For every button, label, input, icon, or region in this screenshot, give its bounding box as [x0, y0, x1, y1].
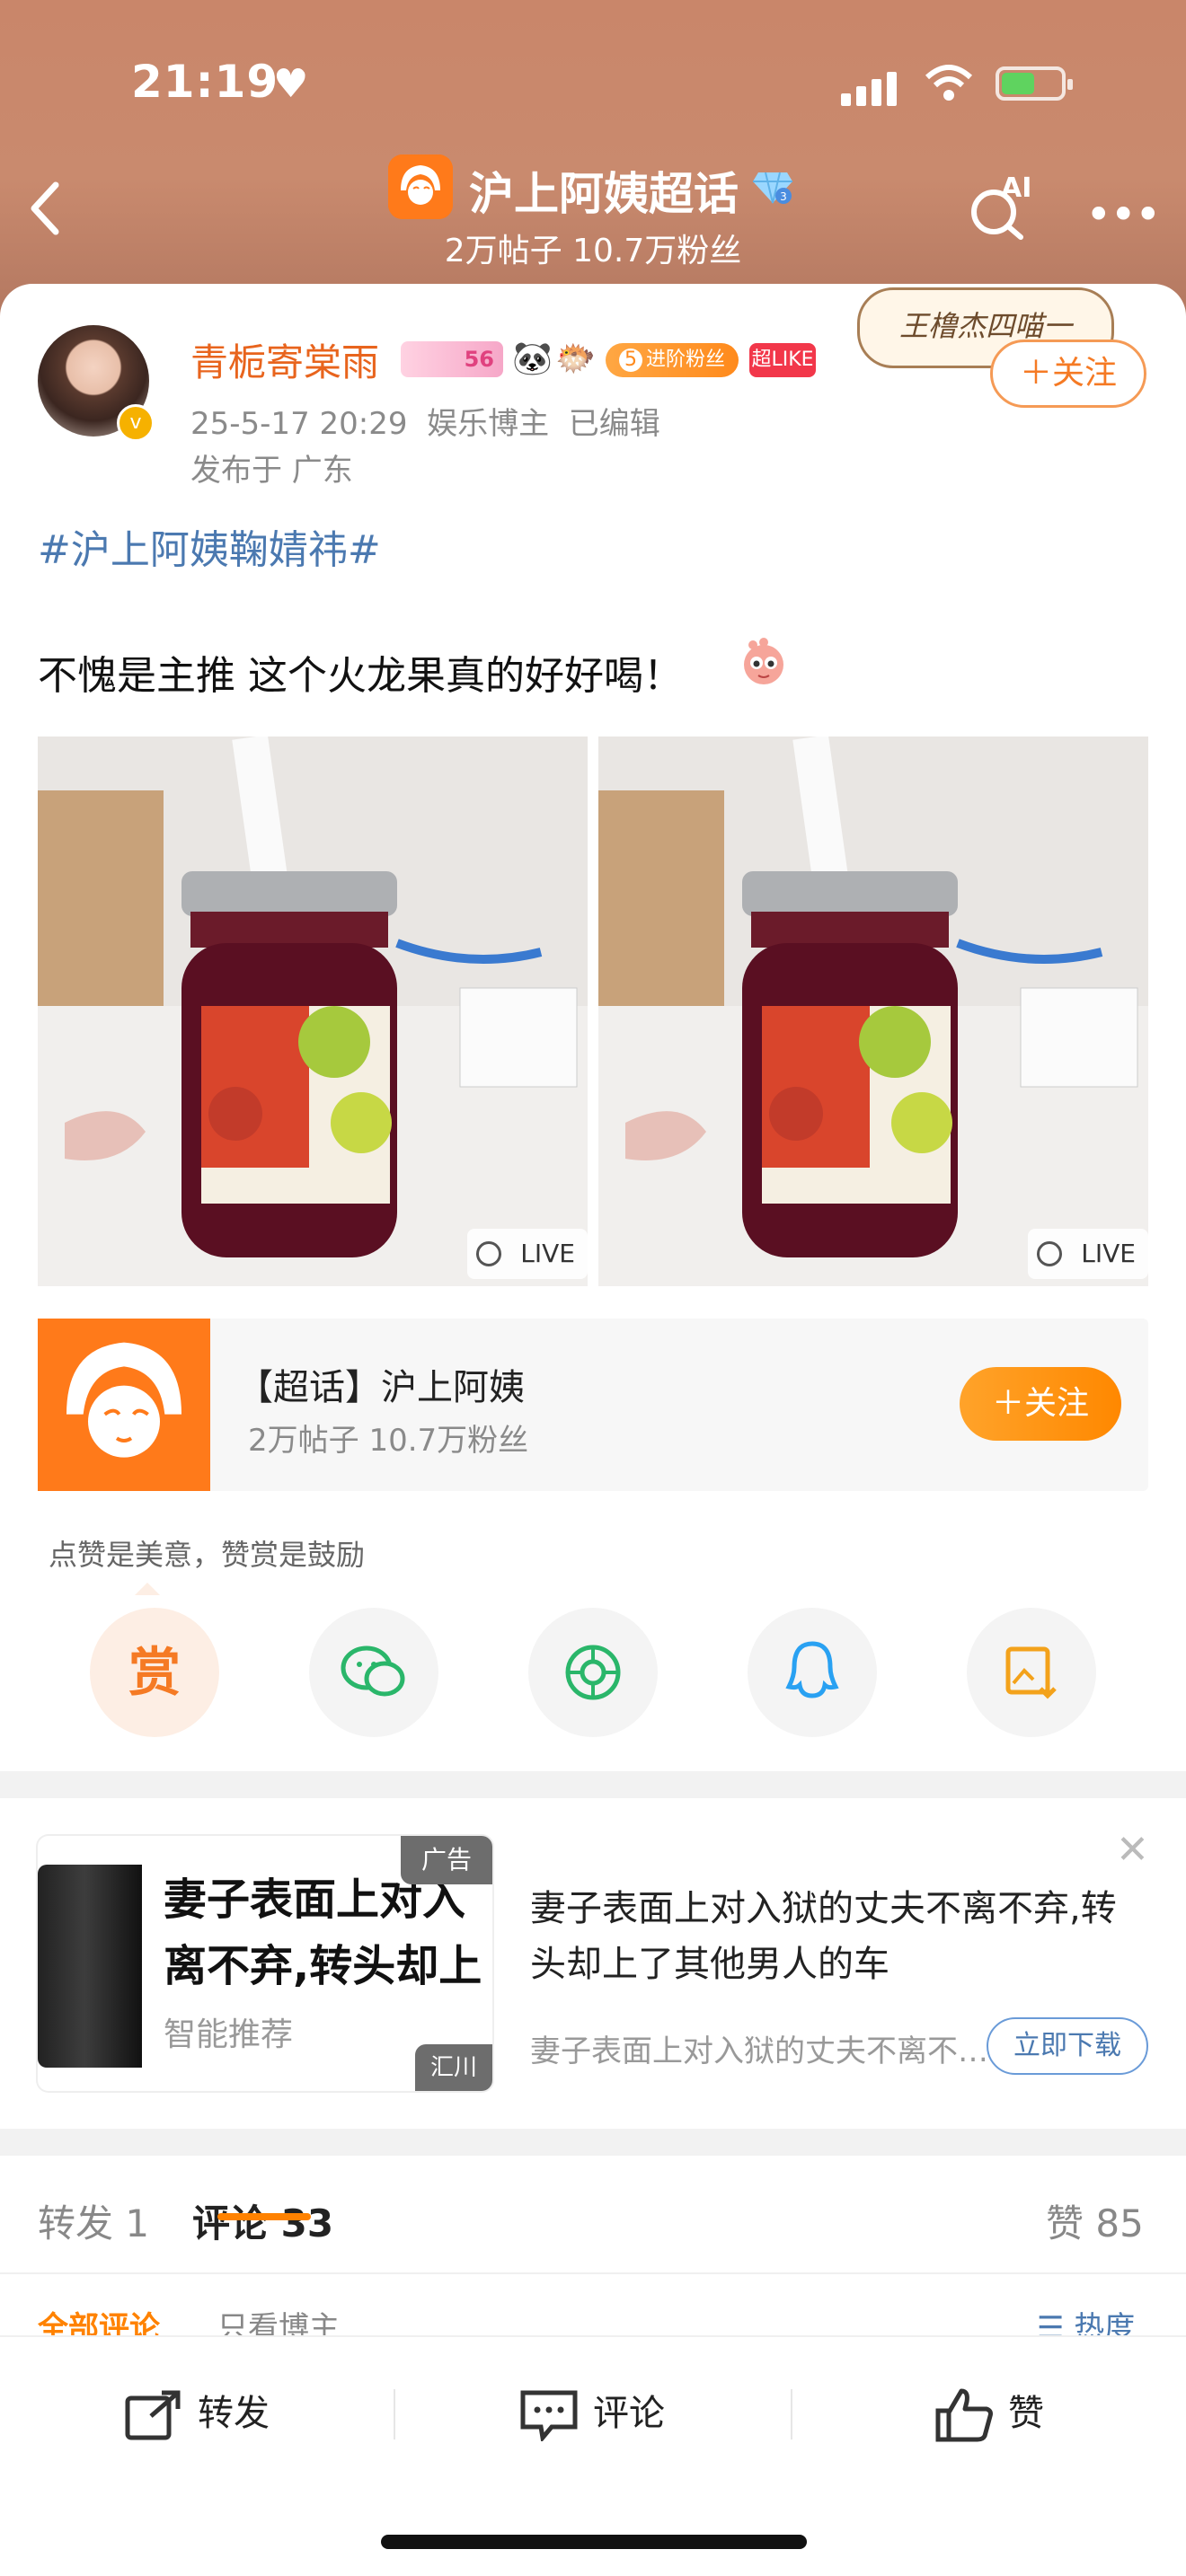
comment-label: 评论	[593, 2393, 665, 2434]
section-divider	[0, 2129, 1186, 2156]
emoji-icon	[737, 636, 791, 690]
reward-tip: 点赞是美意，赞赏是鼓励	[49, 1538, 366, 1572]
live-label: LIVE	[1081, 1239, 1136, 1268]
live-badge-1: LIVE	[467, 1229, 588, 1279]
topic-card-stats: 2万帖子 10.7万粉丝	[248, 1423, 529, 1459]
reward-icon: 赏	[128, 1642, 181, 1703]
battery-icon	[996, 66, 1073, 101]
live-label: LIVE	[520, 1239, 575, 1268]
comment-button[interactable]: 评论	[519, 2384, 665, 2443]
follow-topic-button[interactable]: ＋关注	[960, 1367, 1121, 1441]
fish-icon: 🐡	[555, 340, 596, 377]
like-label: 赞	[1008, 2393, 1044, 2434]
bottom-bar-separator	[394, 2389, 395, 2439]
level-badge: 56	[401, 341, 503, 377]
live-badge-2: LIVE	[1028, 1229, 1148, 1279]
fan-level: 5	[618, 348, 642, 372]
repost-button[interactable]: 转发	[124, 2384, 270, 2441]
reward-button[interactable]: 赏	[90, 1608, 219, 1737]
post-meta: 25-5-17 20:29 娱乐博主 已编辑	[190, 406, 660, 442]
post-photo-2[interactable]	[598, 737, 1148, 1286]
diamond-badge-icon: 3	[753, 169, 792, 205]
ad-title[interactable]: 妻子表面上对入狱的丈夫不离不弃,转头却上了其他男人的车	[530, 1881, 1150, 1992]
ad-smart-label: 智能推荐	[164, 2016, 294, 2053]
ad-headline-line2: 离不弃,转头却上	[164, 1941, 482, 1991]
topic-card-title: 【超话】沪上阿姨	[237, 1367, 525, 1408]
fan-badge: 5 进阶粉丝	[606, 343, 739, 377]
tab-repost[interactable]: 转发 1	[38, 2193, 149, 2248]
wifi-icon	[924, 63, 974, 112]
tabs-separator	[0, 2272, 1186, 2274]
topic-title[interactable]: 沪上阿姨超话	[469, 158, 739, 223]
tip-arrow	[135, 1583, 160, 1595]
repost-icon	[125, 2390, 181, 2440]
live-icon	[1037, 1241, 1062, 1266]
save-image-icon	[967, 1608, 1096, 1737]
tab-like[interactable]: 赞 85	[1046, 2193, 1144, 2248]
ad-description: 妻子表面上对入狱的丈夫不离不弃,转头却上了其他男人的车	[530, 2033, 988, 2069]
qq-icon	[748, 1608, 877, 1737]
username[interactable]: 青栀寄棠雨	[190, 332, 379, 387]
follow-user-button[interactable]: ＋关注	[990, 340, 1146, 408]
post-photo-1[interactable]	[38, 737, 588, 1286]
moments-icon	[528, 1608, 658, 1737]
superlike-badge: 超LIKE	[749, 343, 816, 377]
ai-label: AI	[1001, 172, 1032, 204]
share-qq-button[interactable]	[748, 1608, 877, 1737]
ad-headline: 妻子表面上对入 离不弃,转头却上	[164, 1866, 492, 2001]
topic-logo-icon	[388, 154, 453, 219]
panda-icon: 🐼	[512, 340, 553, 377]
svg-text:3: 3	[780, 190, 787, 203]
fan-badge-label: 进阶粉丝	[645, 348, 725, 371]
topic-card-logo-icon	[38, 1319, 210, 1491]
repost-label: 转发	[198, 2393, 270, 2434]
hashtag-link[interactable]: #沪上阿姨鞠婧祎#	[38, 517, 381, 575]
save-image-button[interactable]	[967, 1608, 1096, 1737]
post-location: 发布于 广东	[190, 453, 353, 489]
verified-badge-icon: v	[117, 404, 155, 442]
cellular-signal-icon	[841, 70, 913, 106]
ai-search-button[interactable]: AI	[967, 172, 1031, 241]
share-moments-button[interactable]	[528, 1608, 658, 1737]
ad-image[interactable]	[38, 1865, 142, 2068]
thumbs-up-icon	[935, 2388, 993, 2442]
wechat-icon	[309, 1608, 438, 1737]
ad-tag: 广告	[401, 1836, 492, 1884]
share-wechat-button[interactable]	[309, 1608, 438, 1737]
heart-icon: ♥	[273, 61, 309, 107]
close-icon[interactable]: ✕	[1116, 1827, 1149, 1873]
section-divider	[0, 1771, 1186, 1798]
live-icon	[476, 1241, 501, 1266]
tab-comment[interactable]: 评论 33	[192, 2193, 333, 2248]
comment-icon	[520, 2390, 578, 2443]
home-indicator	[381, 2535, 807, 2549]
ad-brand: 汇川	[415, 2044, 492, 2091]
status-time: 21:19	[131, 56, 279, 108]
active-tab-indicator	[217, 2213, 311, 2220]
ad-download-button[interactable]: 立即下载	[987, 2017, 1148, 2075]
like-button[interactable]: 赞	[934, 2384, 1044, 2443]
bottom-bar-separator	[791, 2389, 792, 2439]
post-text: 不愧是主推 这个火龙果真的好好喝！	[38, 653, 683, 699]
more-options-icon[interactable]: •••	[1085, 189, 1161, 241]
